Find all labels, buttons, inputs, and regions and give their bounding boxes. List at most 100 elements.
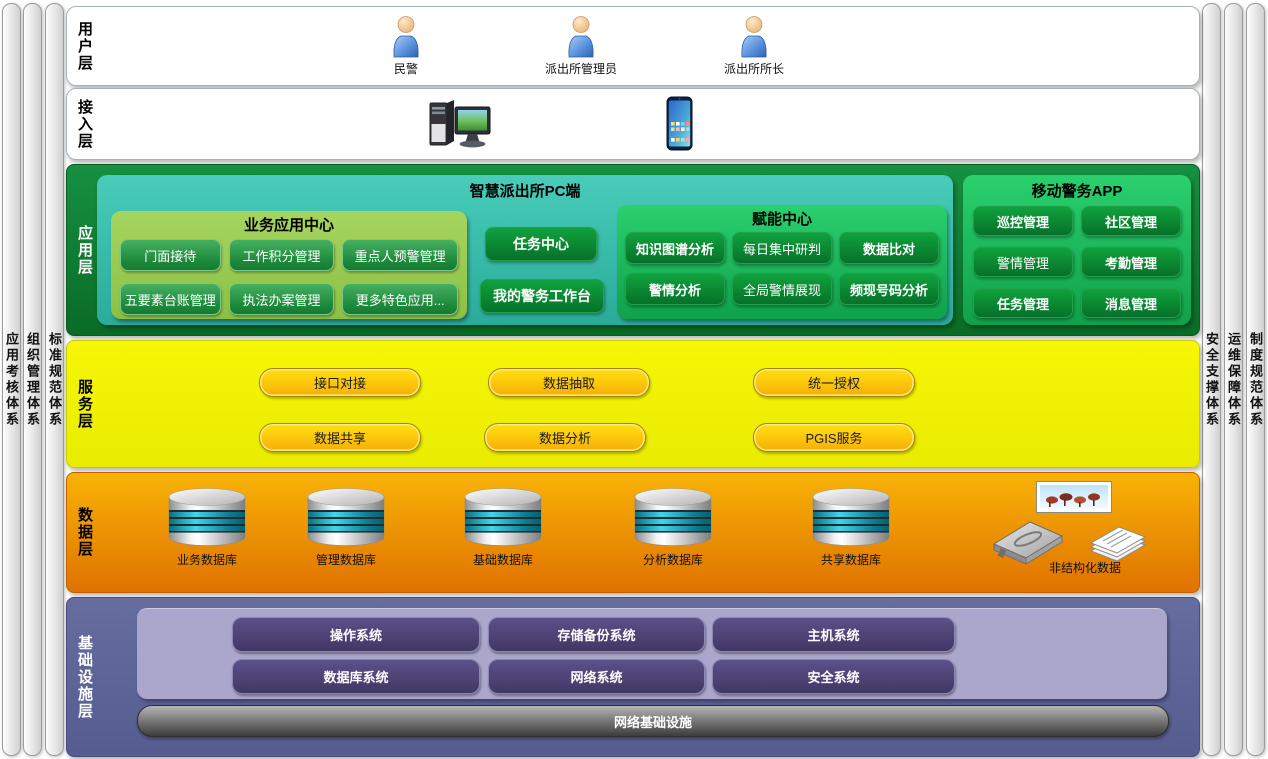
- database-cylinder-icon: [165, 485, 249, 549]
- system-button: 主机系统: [712, 617, 955, 652]
- smartphone-icon: [666, 96, 693, 156]
- module-button: 巡控管理: [973, 206, 1073, 236]
- service-button: 数据抽取: [488, 368, 650, 397]
- pc-panel-title: 智慧派出所PC端: [97, 175, 953, 201]
- architecture-diagram: 应用考核体系 组织管理体系 标准规范体系 安全支撑体系 运维保障体系 制度规范体…: [0, 0, 1268, 759]
- rail-application-assessment: 应用考核体系: [2, 3, 21, 756]
- module-button: 社区管理: [1081, 206, 1181, 236]
- database-label: 共享数据库: [781, 551, 921, 568]
- enable-module-grid: 知识图谱分析 每日集中研判 数据比对 警情分析 全局警情展现 频现号码分析: [617, 229, 947, 305]
- business-center-title: 业务应用中心: [111, 211, 467, 235]
- infrastructure-systems-panel: 操作系统 存储备份系统 主机系统 数据库系统 网络系统 安全系统: [137, 608, 1167, 699]
- module-button: 全局警情展现: [732, 273, 832, 305]
- module-button: 重点人预警管理: [342, 239, 458, 271]
- module-button: 警情分析: [625, 273, 725, 305]
- infrastructure-layer: 基础设施层 操作系统 存储备份系统 主机系统 数据库系统 网络系统 安全系统 网…: [66, 597, 1200, 757]
- database-cylinder-icon: [304, 485, 388, 549]
- module-button: 数据比对: [839, 232, 939, 264]
- database-cylinder-icon: [461, 485, 545, 549]
- business-application-center: 业务应用中心 门面接待 工作积分管理 重点人预警管理 五要素台账管理 执法办案管…: [111, 211, 467, 319]
- rail-label: 安全支撑体系: [1202, 332, 1221, 428]
- network-infrastructure-bar: 网络基础设施: [137, 705, 1169, 737]
- rail-label: 组织管理体系: [23, 332, 42, 428]
- module-button: 工作积分管理: [229, 239, 335, 271]
- database-cylinder-icon: [809, 485, 893, 549]
- application-layer: 应用层 智慧派出所PC端 业务应用中心 门面接待 工作积分管理 重点人预警管理 …: [66, 164, 1200, 336]
- service-button: PGIS服务: [753, 423, 915, 452]
- rail-security-support: 安全支撑体系: [1202, 3, 1221, 756]
- user-icon: [388, 15, 424, 59]
- rail-standard-specification: 标准规范体系: [45, 3, 64, 756]
- module-button: 每日集中研判: [732, 232, 832, 264]
- service-button: 数据共享: [259, 423, 421, 452]
- enable-center-title: 赋能中心: [617, 205, 947, 229]
- role-label: 民警: [346, 60, 466, 77]
- rail-label: 应用考核体系: [2, 332, 21, 428]
- role-label: 派出所所长: [694, 60, 814, 77]
- role-police-officer: 民警: [346, 15, 466, 77]
- system-button: 存储备份系统: [488, 617, 705, 652]
- mobile-police-app-panel: 移动警务APP 巡控管理 社区管理 警情管理 考勤管理 任务管理 消息管理: [963, 175, 1191, 325]
- role-label: 派出所管理员: [521, 60, 641, 77]
- rail-label: 制度规范体系: [1246, 332, 1265, 428]
- infrastructure-layer-label: 基础设施层: [74, 598, 95, 756]
- business-module-grid: 门面接待 工作积分管理 重点人预警管理 五要素台账管理 执法办案管理 更多特色应…: [111, 235, 467, 315]
- desktop-pc-icon: [424, 97, 500, 156]
- database-cylinder-icon: [631, 485, 715, 549]
- system-button: 网络系统: [488, 659, 705, 694]
- my-police-workbench-button: 我的警务工作台: [480, 279, 604, 313]
- rail-institutional-specification: 制度规范体系: [1246, 3, 1265, 756]
- system-button: 数据库系统: [232, 659, 480, 694]
- mobile-panel-title: 移动警务APP: [963, 175, 1191, 201]
- user-icon: [736, 15, 772, 59]
- database-label: 业务数据库: [137, 551, 277, 568]
- service-button: 数据分析: [484, 423, 646, 452]
- rail-operation-maintenance: 运维保障体系: [1224, 3, 1243, 756]
- data-layer: 数据层 业务数据库 管理数据库: [66, 472, 1200, 593]
- service-layer: 服务层 接口对接 数据抽取 统一授权 数据共享 数据分析 PGIS服务: [66, 340, 1200, 468]
- database-item: 业务数据库: [137, 485, 277, 568]
- user-layer: 用户层 民警 派出所管理员 派出所所长: [66, 6, 1200, 86]
- task-center-button: 任务中心: [485, 227, 597, 261]
- database-label: 管理数据库: [276, 551, 416, 568]
- service-button: 统一授权: [753, 368, 915, 397]
- application-layer-label: 应用层: [74, 165, 95, 335]
- module-button: 更多特色应用...: [342, 283, 458, 315]
- module-button: 执法办案管理: [229, 283, 335, 315]
- rail-label: 运维保障体系: [1224, 332, 1243, 428]
- user-layer-label: 用户层: [74, 7, 95, 85]
- module-button: 消息管理: [1081, 288, 1181, 318]
- system-button: 操作系统: [232, 617, 480, 652]
- rail-organization-management: 组织管理体系: [23, 3, 42, 756]
- system-button: 安全系统: [712, 659, 955, 694]
- service-layer-label: 服务层: [74, 341, 95, 467]
- module-button: 任务管理: [973, 288, 1073, 318]
- database-item: 分析数据库: [603, 485, 743, 568]
- unstructured-data-group: 非结构化数据: [987, 481, 1217, 587]
- database-item: 基础数据库: [433, 485, 573, 568]
- module-button: 五要素台账管理: [120, 283, 221, 315]
- database-label: 分析数据库: [603, 551, 743, 568]
- module-button: 知识图谱分析: [625, 232, 725, 264]
- database-item: 共享数据库: [781, 485, 921, 568]
- database-label: 基础数据库: [433, 551, 573, 568]
- enable-center: 赋能中心 知识图谱分析 每日集中研判 数据比对 警情分析 全局警情展现 频现号码…: [617, 205, 947, 319]
- module-button: 警情管理: [973, 247, 1073, 277]
- user-icon: [563, 15, 599, 59]
- access-layer-label: 接入层: [74, 89, 95, 159]
- access-layer: 接入层: [66, 88, 1200, 160]
- service-button: 接口对接: [259, 368, 421, 397]
- documents-icon: [1083, 517, 1153, 565]
- module-button: 门面接待: [120, 239, 221, 271]
- database-item: 管理数据库: [276, 485, 416, 568]
- rail-label: 标准规范体系: [45, 332, 64, 428]
- mobile-module-grid: 巡控管理 社区管理 警情管理 考勤管理 任务管理 消息管理: [963, 201, 1191, 318]
- data-layer-label: 数据层: [74, 473, 95, 592]
- role-station-chief: 派出所所长: [694, 15, 814, 77]
- role-station-admin: 派出所管理员: [521, 15, 641, 77]
- picture-icon: [1036, 481, 1112, 513]
- module-button: 考勤管理: [1081, 247, 1181, 277]
- smart-station-pc-panel: 智慧派出所PC端 业务应用中心 门面接待 工作积分管理 重点人预警管理 五要素台…: [97, 175, 953, 325]
- unstructured-data-label: 非结构化数据: [995, 559, 1175, 576]
- module-button: 频现号码分析: [839, 273, 939, 305]
